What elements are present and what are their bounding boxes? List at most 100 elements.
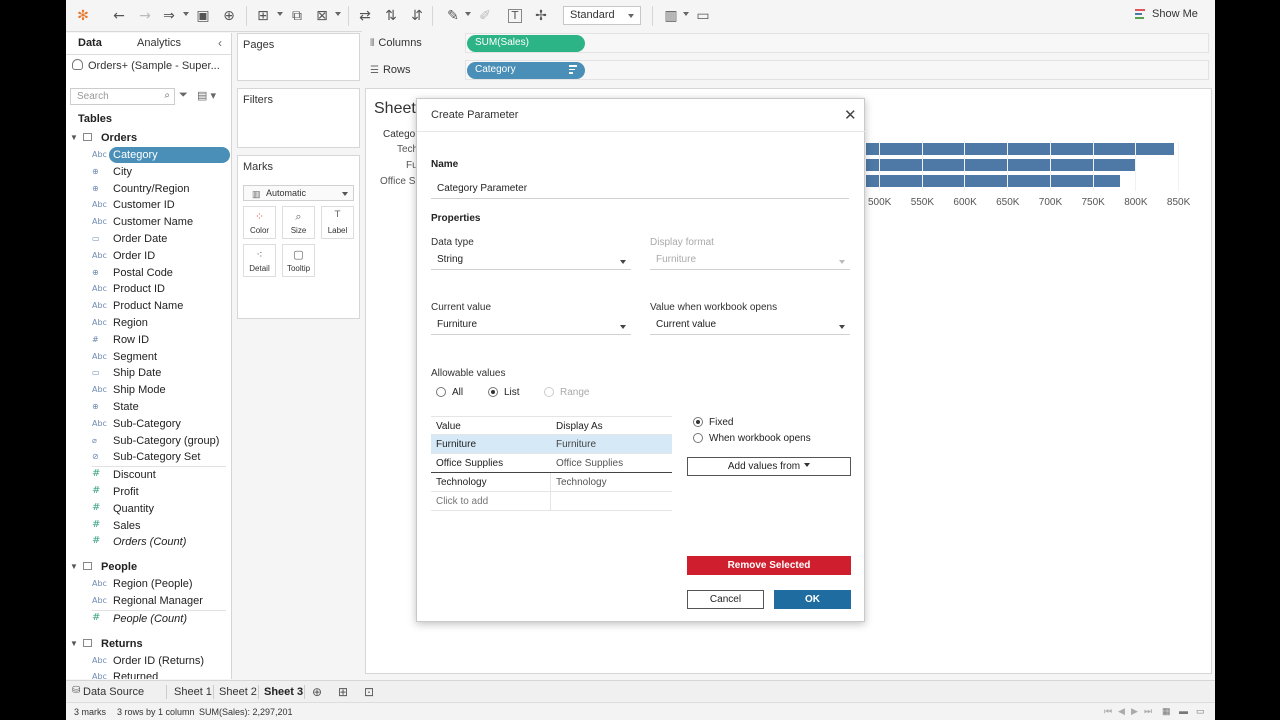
show-me-button[interactable]: Show Me — [1152, 8, 1198, 20]
clear-caret-icon[interactable] — [335, 12, 341, 16]
row-value[interactable]: Office Supplies — [436, 458, 503, 469]
search-input[interactable]: Search ⌕ — [70, 88, 175, 105]
close-icon[interactable]: ✕ — [844, 106, 857, 124]
field-item[interactable]: Abc Region (People) — [66, 576, 231, 593]
columns-shelf[interactable]: ⦀ Columns SUM(Sales) — [362, 31, 1215, 55]
field-item[interactable]: Abc Returned — [66, 669, 231, 679]
new-dashboard-tab-icon[interactable]: ⊞ — [338, 685, 348, 699]
field-item[interactable]: ▭ Order Date — [66, 231, 231, 248]
row-value[interactable]: Furniture — [436, 439, 476, 450]
tab-sheet-2[interactable]: Sheet 2 — [219, 686, 257, 698]
filter-icon[interactable]: ⏷ — [179, 89, 188, 102]
field-item[interactable]: Abc Ship Mode — [66, 382, 231, 399]
when-opens-select[interactable]: Current value — [650, 317, 850, 335]
datasource-item[interactable]: Orders+ (Sample - Super... — [72, 59, 220, 72]
label-text-icon[interactable]: T — [508, 9, 522, 23]
data-source-tab[interactable]: Data Source — [83, 686, 144, 698]
row-header[interactable]: Office S — [380, 176, 415, 187]
allowable-list-radio[interactable] — [488, 387, 498, 397]
chevron-down-icon[interactable]: ▼ — [70, 562, 78, 571]
bar-mark[interactable] — [866, 175, 1120, 187]
highlight-icon[interactable]: ✎ — [444, 7, 462, 25]
show-filmstrip-icon[interactable]: ▬ — [1179, 706, 1188, 716]
table-row[interactable]: Furniture Furniture — [431, 435, 672, 454]
rows-drop-zone[interactable]: Category — [465, 60, 1209, 80]
sum-sales-pill[interactable]: SUM(Sales) — [467, 35, 585, 52]
tableau-logo-icon[interactable]: ✻ — [74, 7, 92, 25]
measure-item[interactable]: # Quantity — [66, 501, 231, 518]
click-to-add-row[interactable]: Click to add — [431, 492, 672, 511]
replay-caret-icon[interactable] — [183, 12, 189, 16]
tab-sheet-1[interactable]: Sheet 1 — [174, 686, 212, 698]
swap-icon[interactable]: ⇄ — [356, 7, 374, 25]
current-value-select[interactable]: Furniture — [431, 317, 631, 335]
view-options-icon[interactable]: ▤ ▾ — [197, 89, 216, 102]
when-opens-radio[interactable] — [693, 433, 703, 443]
redo-icon[interactable]: → — [136, 7, 154, 25]
label-button[interactable]: T Label — [321, 206, 354, 239]
size-button[interactable]: ⌕ Size — [282, 206, 315, 239]
allowable-all-radio[interactable] — [436, 387, 446, 397]
add-values-from-button[interactable]: Add values from — [687, 457, 851, 476]
previous-sheet-icon[interactable]: ◀ — [1118, 706, 1125, 717]
bar-mark[interactable] — [866, 143, 1174, 155]
field-item[interactable]: Abc Customer Name — [66, 214, 231, 231]
save-icon[interactable]: ▣ — [194, 7, 212, 25]
tab-data[interactable]: Data — [78, 37, 102, 49]
new-worksheet-icon[interactable]: ⊞ — [254, 7, 272, 25]
color-button[interactable]: ⁘ Color — [243, 206, 276, 239]
field-item[interactable]: ⊕ City — [66, 164, 231, 181]
ok-button[interactable]: OK — [774, 590, 851, 609]
measure-item[interactable]: # Discount — [66, 467, 231, 484]
field-item[interactable]: ⊕ State — [66, 399, 231, 416]
tab-analytics[interactable]: Analytics — [137, 37, 181, 49]
parameter-name-input[interactable]: Category Parameter — [431, 181, 849, 199]
table-group-people[interactable]: ▼ People — [66, 559, 231, 576]
table-group-orders[interactable]: ▼ Orders — [66, 130, 231, 147]
row-value[interactable]: Technology — [436, 477, 487, 488]
columns-drop-zone[interactable]: SUM(Sales) — [465, 33, 1209, 53]
group-icon[interactable]: ✐ — [476, 7, 494, 25]
table-group-returns[interactable]: ▼ Returns — [66, 636, 231, 653]
field-item[interactable]: Abc Region — [66, 315, 231, 332]
sheet-title[interactable]: Sheet — [374, 100, 416, 118]
detail-button[interactable]: ⁖ Detail — [243, 244, 276, 277]
chevron-down-icon[interactable]: ▼ — [70, 133, 78, 142]
fixed-radio[interactable] — [693, 417, 703, 427]
field-item[interactable]: Abc Regional Manager — [66, 593, 231, 610]
category-pill[interactable]: Category — [467, 62, 585, 79]
field-item[interactable]: Abc Order ID (Returns) — [66, 653, 231, 670]
field-item[interactable]: Abc Product ID — [66, 281, 231, 298]
fit-select[interactable]: Standard — [563, 6, 641, 25]
field-item[interactable]: ⊕ Postal Code — [66, 265, 231, 282]
tooltip-button[interactable]: ▢ Tooltip — [282, 244, 315, 277]
cancel-button[interactable]: Cancel — [687, 590, 764, 609]
field-item[interactable]: ⊘ Sub-Category Set — [66, 449, 231, 466]
replay-icon[interactable]: ⇒ — [160, 7, 178, 25]
collapse-pane-icon[interactable]: ‹ — [218, 36, 222, 50]
sort-ascending-icon[interactable]: ⇅ — [382, 7, 400, 25]
pin-icon[interactable]: ✢ — [532, 7, 550, 25]
allowable-list-label[interactable]: List — [504, 387, 520, 398]
pages-card[interactable]: Pages — [237, 33, 360, 81]
measure-item[interactable]: # Orders (Count) — [66, 534, 231, 551]
field-item[interactable]: ⊕ Country/Region — [66, 181, 231, 198]
row-display[interactable]: Technology — [556, 477, 607, 488]
bar-mark[interactable] — [866, 159, 1136, 171]
show-cards-caret-icon[interactable] — [683, 12, 689, 16]
first-sheet-icon[interactable]: ⏮ — [1104, 706, 1112, 717]
measure-item[interactable]: # People (Count) — [66, 611, 231, 628]
duplicate-icon[interactable]: ⧉ — [288, 7, 306, 25]
allowable-all-label[interactable]: All — [452, 387, 463, 398]
remove-selected-button[interactable]: Remove Selected — [687, 556, 851, 575]
sort-descending-icon[interactable]: ⇵ — [408, 7, 426, 25]
next-sheet-icon[interactable]: ▶ — [1131, 706, 1138, 717]
field-item[interactable]: Abc Customer ID — [66, 197, 231, 214]
row-display[interactable]: Office Supplies — [556, 458, 623, 469]
measure-item[interactable]: # Sales — [66, 518, 231, 535]
row-display[interactable]: Furniture — [556, 439, 596, 450]
field-item[interactable]: ⌀ Sub-Category (group) — [66, 433, 231, 450]
last-sheet-icon[interactable]: ⏭ — [1144, 706, 1152, 717]
field-item[interactable]: # Row ID — [66, 332, 231, 349]
new-story-tab-icon[interactable]: ⊡ — [364, 685, 374, 699]
